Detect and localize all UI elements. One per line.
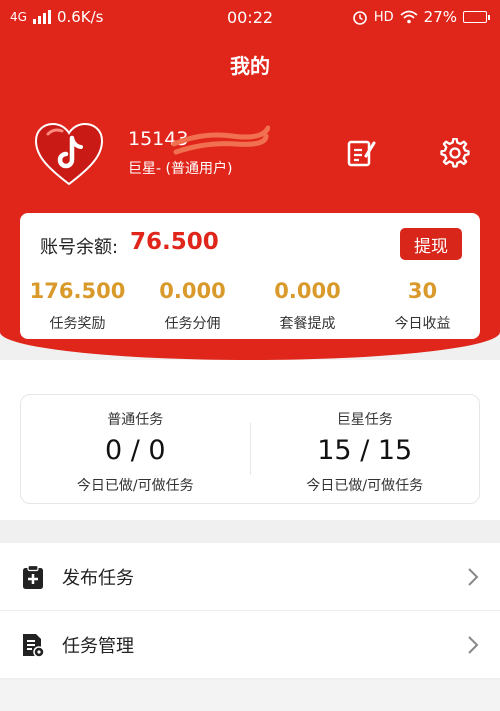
bottom-spacer [0,680,500,711]
stat-label: 任务分佣 [164,316,221,332]
task-title: 巨星任务 [336,412,393,428]
chevron-right-icon [468,567,479,586]
stat-task-commission[interactable]: 0.000 任务分佣 [135,279,250,333]
stat-value: 0.000 [159,279,226,303]
stat-value: 30 [407,279,438,303]
chevron-right-icon [468,635,479,654]
menu-item-publish-task[interactable]: 发布任务 [0,543,500,611]
battery-icon [463,11,490,23]
task-count: 0 / 0 [104,435,166,466]
menu-item-task-management[interactable]: 任务管理 [0,611,500,679]
stat-value: 0.000 [274,279,341,303]
battery-percent: 27% [423,8,457,26]
stat-value: 176.500 [29,279,126,303]
alarm-icon [353,11,367,25]
task-count: 15 / 15 [317,435,413,466]
task-summary-card: 普通任务 0 / 0 今日已做/可做任务 巨星任务 15 / 15 今日已做/可… [20,394,480,504]
page-title: 我的 [230,54,270,78]
menu-list: 发布任务 任务管理 [0,543,500,679]
clipboard-plus-icon [23,564,43,589]
balance-value: 76.500 [130,229,219,255]
gear-icon[interactable] [440,138,470,168]
edit-icon[interactable] [346,138,376,168]
user-level: 巨星- (普通用户) [128,161,233,177]
avatar[interactable] [34,122,104,186]
document-settings-icon [23,633,45,658]
status-bar: 4G 0.6K/s 00:22 HD 27% [0,0,500,34]
task-subtitle: 今日已做/可做任务 [76,478,194,494]
stat-label: 套餐提成 [279,316,336,332]
profile-section: 15143 巨星- (普通用户) [34,118,474,188]
task-title: 普通任务 [107,412,164,428]
stat-package-commission[interactable]: 0.000 套餐提成 [250,279,365,333]
stat-label: 今日收益 [394,316,451,332]
hd-indicator: HD [373,9,394,25]
stat-label: 任务奖励 [49,316,106,332]
star-task-summary[interactable]: 巨星任务 15 / 15 今日已做/可做任务 [251,395,480,503]
earnings-stats: 176.500 任务奖励 0.000 任务分佣 0.000 套餐提成 30 今日… [20,279,480,333]
stat-today-income[interactable]: 30 今日收益 [365,279,480,333]
wifi-icon [400,10,418,24]
menu-label: 发布任务 [62,567,134,589]
normal-task-summary[interactable]: 普通任务 0 / 0 今日已做/可做任务 [21,395,250,503]
menu-label: 任务管理 [62,635,134,657]
redaction-scribble [172,125,270,155]
stat-task-reward[interactable]: 176.500 任务奖励 [20,279,135,333]
network-speed: 0.6K/s [56,8,104,26]
clock: 00:22 [226,7,274,27]
balance-label: 账号余额: [40,237,119,258]
network-type: 4G [10,10,27,24]
withdraw-button[interactable]: 提现 [400,228,462,260]
balance-card: 账号余额: 76.500 提现 176.500 任务奖励 0.000 任务分佣 … [20,213,480,339]
signal-icon [32,10,51,24]
task-subtitle: 今日已做/可做任务 [306,478,424,494]
